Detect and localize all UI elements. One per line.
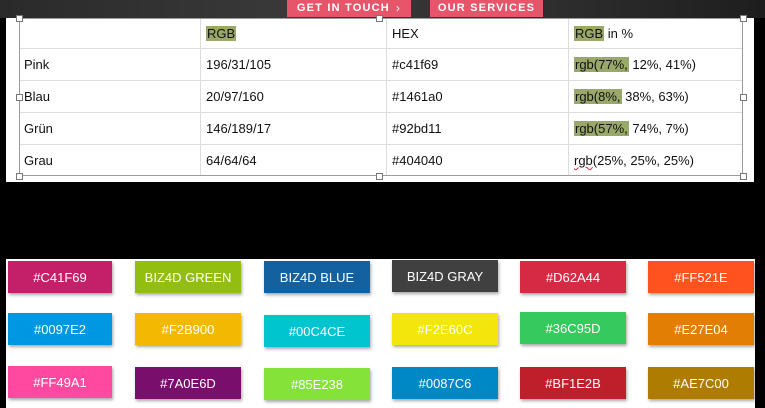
resize-handle-bottom-right[interactable] — [740, 173, 747, 180]
row-name: Grau — [19, 144, 201, 176]
color-swatch: #0097E2 — [8, 313, 112, 345]
our-services-label: OUR SERVICES — [437, 2, 536, 14]
color-swatch: #E27E04 — [648, 313, 754, 345]
color-swatch: #FF521E — [648, 261, 754, 293]
swatch-label: #85E238 — [290, 376, 344, 392]
color-swatch: #36C95D — [520, 312, 626, 344]
swatch-label: #0097E2 — [33, 321, 87, 337]
header-rgb-label: RGB — [206, 25, 237, 41]
get-in-touch-button[interactable]: GET IN TOUCH › — [287, 0, 411, 17]
row-rgb: 64/64/64 — [200, 144, 387, 176]
header-cell-hex: HEX — [386, 18, 569, 49]
row-pct: rgb(25%, 25%, 25%) — [569, 145, 744, 177]
chevron-right-icon: › — [395, 1, 402, 15]
row-pct-highlight: rgb(57%, — [574, 121, 629, 136]
row-hex: #1461a0 — [386, 80, 569, 113]
row-rgb: 196/31/105 — [200, 48, 387, 81]
row-rgb: 146/189/17 — [200, 112, 387, 145]
swatch-palette — [6, 259, 755, 408]
swatch-label: #F2B900 — [161, 321, 215, 337]
row-name: Grün — [19, 112, 201, 145]
color-swatch: #00C4CE — [264, 315, 370, 347]
color-table: RGB HEX RGB in % Pink 196/31/105 #c41f69… — [19, 18, 743, 176]
table-row: Grün 146/189/17 #92bd11 rgb(57%, 74%, 7%… — [19, 112, 743, 145]
color-swatch: #BF1E2B — [520, 367, 626, 399]
color-swatch: #AE7C00 — [648, 367, 754, 399]
row-hex: #c41f69 — [386, 48, 569, 81]
swatch-label: #E27E04 — [674, 321, 728, 337]
swatch-label: #AE7C00 — [673, 375, 729, 391]
resize-handle-left[interactable] — [16, 94, 23, 101]
row-rgb: 20/97/160 — [200, 80, 387, 113]
header-cell-rgb: RGB — [200, 18, 387, 49]
table-row: Blau 20/97/160 #1461a0 rgb(8%, 38%, 63%) — [19, 80, 743, 113]
row-name: Blau — [19, 80, 201, 113]
row-pct-spellcheck: rgb — [574, 153, 593, 168]
color-swatch: BIZ4D GREEN — [135, 261, 241, 293]
table-header-row: RGB HEX RGB in % — [19, 18, 743, 49]
resize-handle-bottom[interactable] — [376, 173, 383, 180]
row-pct-highlight: rgb(8%, — [574, 89, 622, 104]
swatch-label: #F2E60C — [417, 321, 473, 337]
our-services-button[interactable]: OUR SERVICES — [430, 0, 543, 17]
resize-handle-right[interactable] — [740, 94, 747, 101]
header-cell-empty — [19, 18, 201, 49]
color-swatch: BIZ4D GRAY — [392, 260, 498, 292]
swatch-label: #0087C6 — [418, 375, 472, 391]
swatch-label: #00C4CE — [288, 323, 346, 339]
resize-handle-bottom-left[interactable] — [16, 173, 23, 180]
table-row: Grau 64/64/64 #404040 rgb(25%, 25%, 25%) — [19, 144, 744, 177]
row-pct: rgb(8%, 38%, 63%) — [568, 80, 743, 113]
swatch-label: #7A0E6D — [160, 375, 216, 391]
color-swatch: #85E238 — [264, 368, 370, 400]
header-rgb-pct-hl: RGB — [574, 25, 605, 41]
row-pct: rgb(77%, 12%, 41%) — [568, 48, 743, 81]
swatch-label: #36C95D — [545, 320, 601, 336]
swatch-label: BIZ4D GREEN — [144, 269, 232, 285]
row-pct-rest: 12%, 41%) — [628, 57, 696, 72]
color-swatch: #7A0E6D — [135, 367, 241, 399]
color-swatch: #0087C6 — [392, 367, 498, 399]
row-pct: rgb(57%, 74%, 7%) — [568, 112, 743, 145]
swatch-label: #D62A44 — [545, 269, 601, 285]
color-swatch: #C41F69 — [8, 261, 112, 293]
color-swatch: #FF49A1 — [8, 366, 112, 398]
swatch-label: #FF49A1 — [33, 374, 87, 390]
color-swatch: #F2E60C — [392, 313, 498, 345]
color-swatch: #D62A44 — [520, 261, 626, 293]
row-hex: #404040 — [386, 144, 569, 176]
swatch-label: #FF521E — [674, 269, 728, 285]
row-pct-rest: (25%, 25%, 25%) — [592, 153, 694, 168]
resize-handle-top-right[interactable] — [740, 15, 747, 22]
resize-handle-top[interactable] — [376, 15, 383, 22]
swatch-label: BIZ4D BLUE — [279, 269, 355, 285]
color-swatch: BIZ4D BLUE — [264, 261, 370, 293]
swatch-label: BIZ4D GRAY — [406, 268, 484, 284]
table-row: Pink 196/31/105 #c41f69 rgb(77%, 12%, 41… — [19, 48, 743, 81]
color-swatch: #F2B900 — [135, 313, 241, 345]
swatch-label: #C41F69 — [33, 269, 87, 285]
row-pct-rest: 74%, 7%) — [628, 121, 689, 136]
header-rgb-pct-rest: in % — [604, 25, 634, 41]
swatch-label: #BF1E2B — [545, 375, 601, 391]
header-cell-rgb-pct: RGB in % — [568, 18, 743, 49]
row-pct-rest: 38%, 63%) — [621, 89, 689, 104]
row-name: Pink — [19, 48, 201, 81]
row-hex: #92bd11 — [386, 112, 569, 145]
resize-handle-top-left[interactable] — [16, 15, 23, 22]
row-pct-highlight: rgb(77%, — [574, 57, 629, 72]
